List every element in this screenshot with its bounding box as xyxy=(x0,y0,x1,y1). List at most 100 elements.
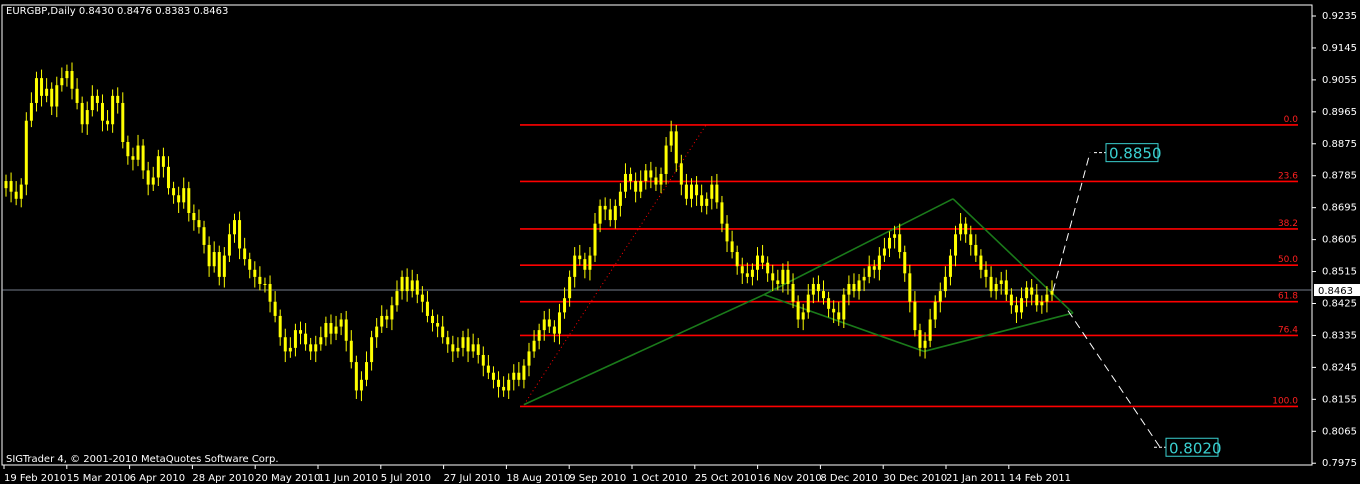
candle-body xyxy=(238,220,242,249)
candle-body xyxy=(786,269,790,284)
candle-body xyxy=(822,291,826,299)
candle-body xyxy=(19,184,23,199)
candle-body xyxy=(745,273,749,277)
candle-body xyxy=(872,266,876,270)
candle-body xyxy=(339,319,343,327)
candle-body xyxy=(502,386,506,391)
y-tick-label: 0.8785 xyxy=(1322,171,1357,182)
target-label: 0.8020 xyxy=(1169,439,1222,457)
candle-body xyxy=(324,323,328,338)
candle-body xyxy=(334,326,338,334)
candle-body xyxy=(359,379,363,391)
candle-body xyxy=(4,181,8,189)
candle-body xyxy=(552,326,556,334)
candle-body xyxy=(801,312,805,320)
fib-level-label: 38.2 xyxy=(1278,219,1298,229)
fib-level-label: 76.4 xyxy=(1278,325,1298,335)
candle-body xyxy=(45,88,49,96)
candle-body xyxy=(34,78,38,103)
candle-body xyxy=(537,330,541,341)
candle-body xyxy=(755,255,759,270)
x-tick-label: 14 Feb 2011 xyxy=(1009,473,1071,484)
candle-body xyxy=(172,188,176,196)
candle-body xyxy=(766,262,770,274)
candle-body xyxy=(446,337,450,345)
candle-body xyxy=(578,255,582,260)
x-tick-label: 6 Apr 2010 xyxy=(130,473,185,484)
x-tick-label: 8 Dec 2010 xyxy=(820,473,878,484)
candle-body xyxy=(903,252,907,274)
candle-body xyxy=(847,283,851,295)
candle-body xyxy=(344,319,348,341)
candle-body xyxy=(679,163,683,185)
candle-body xyxy=(659,173,663,185)
candle-body xyxy=(557,312,561,334)
candle-body xyxy=(9,181,13,192)
y-tick-label: 0.8245 xyxy=(1322,362,1357,373)
price-chart[interactable]: 0.0 23.6 38.2 50.0 61.8 76.4 100.0 0.8850 0.802… xyxy=(0,0,1360,484)
candle-body xyxy=(166,166,170,189)
candle-body xyxy=(75,88,79,103)
candle-body xyxy=(111,95,115,125)
x-tick-label: 16 Nov 2010 xyxy=(758,473,822,484)
x-tick-label: 15 Mar 2010 xyxy=(67,473,130,484)
y-tick-label: 0.8605 xyxy=(1322,235,1357,246)
candle-body xyxy=(141,145,145,171)
x-tick-label: 30 Dec 2010 xyxy=(883,473,947,484)
candle-body xyxy=(177,195,181,203)
candle-body xyxy=(456,347,460,352)
candle-body xyxy=(263,283,267,285)
candle-body xyxy=(1050,291,1054,295)
candle-body xyxy=(370,337,374,363)
candle-body xyxy=(532,340,536,352)
candle-body xyxy=(385,315,389,320)
candle-body xyxy=(80,102,84,125)
candle-body xyxy=(923,340,927,348)
candle-body xyxy=(933,301,937,320)
candle-body xyxy=(735,252,739,267)
candle-body xyxy=(258,276,262,284)
chart-title: EURGBP,Daily 0.8430 0.8476 0.8383 0.8463 xyxy=(6,6,228,17)
candle-body xyxy=(293,330,297,348)
candle-body xyxy=(486,365,490,373)
x-tick-label: 21 Jan 2011 xyxy=(946,473,1006,484)
candle-body xyxy=(491,372,495,380)
candle-body xyxy=(222,255,226,277)
candle-body xyxy=(598,205,602,224)
candle-body xyxy=(121,102,125,143)
candle-body xyxy=(649,170,653,178)
candle-body xyxy=(405,276,409,292)
candle-body xyxy=(70,71,74,89)
candle-body xyxy=(512,372,516,380)
candle-body xyxy=(451,344,455,352)
candle-body xyxy=(329,323,333,334)
candle-body xyxy=(644,170,648,182)
copyright-text: SIGTrader 4, © 2001-2010 MetaQuotes Soft… xyxy=(6,454,279,465)
candle-body xyxy=(669,131,673,146)
candle-body xyxy=(715,184,719,203)
candle-body xyxy=(85,110,89,125)
candle-body xyxy=(192,212,196,221)
x-tick-label: 11 Jun 2010 xyxy=(318,473,378,484)
candle-body xyxy=(898,234,902,253)
candle-body xyxy=(740,266,744,274)
target-label: 0.8850 xyxy=(1109,145,1162,163)
candle-body xyxy=(461,337,465,348)
candle-body xyxy=(776,280,780,284)
candle-body xyxy=(816,283,820,292)
candle-body xyxy=(542,319,546,331)
candle-body xyxy=(629,173,633,182)
candle-body xyxy=(827,298,831,309)
current-price-label: 0.8463 xyxy=(1318,286,1353,297)
candle-body xyxy=(202,227,206,245)
candle-body xyxy=(964,223,968,235)
candle-body xyxy=(725,223,729,242)
candle-body xyxy=(618,191,622,206)
candle-body xyxy=(832,308,836,313)
candle-body xyxy=(948,255,952,277)
candle-body xyxy=(573,255,577,277)
candle-body xyxy=(232,220,236,235)
candle-body xyxy=(720,202,724,224)
candle-body xyxy=(1020,298,1024,313)
candle-body xyxy=(55,85,59,107)
